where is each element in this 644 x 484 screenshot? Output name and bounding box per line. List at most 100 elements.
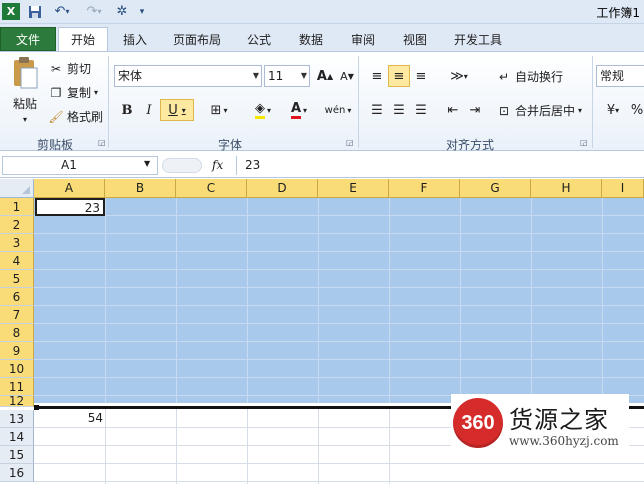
orientation-button[interactable]: ≫ ▾ — [444, 65, 474, 87]
row-header[interactable]: 3 — [0, 234, 34, 252]
font-launcher-icon[interactable]: ◲ — [346, 138, 354, 147]
align-left-button[interactable]: ☰ — [366, 99, 388, 121]
align-center-button[interactable]: ☰ — [388, 99, 410, 121]
column-header-i[interactable]: I — [602, 179, 644, 198]
formula-bar-resize-handle[interactable] — [162, 158, 202, 173]
shrink-font-icon: A — [340, 69, 348, 83]
wrap-text-icon: ↵ — [498, 69, 510, 84]
alignment-launcher-icon[interactable]: ◲ — [580, 138, 588, 147]
align-top-button[interactable]: ≡ — [366, 65, 388, 87]
column-header-c[interactable]: C — [176, 179, 247, 198]
tab-view[interactable]: 视图 — [394, 28, 436, 52]
tab-page-layout[interactable]: 页面布局 — [164, 28, 230, 52]
phonetic-button[interactable]: wén ▾ — [322, 99, 354, 121]
paste-button[interactable]: 粘贴 ▾ — [8, 56, 42, 124]
decrease-indent-button[interactable]: ⇤ — [442, 99, 464, 121]
insert-function-icon[interactable]: fx — [212, 158, 223, 172]
name-box-dropdown-icon[interactable]: ▼ — [144, 159, 150, 168]
formula-input[interactable]: 23 — [236, 156, 644, 175]
gridline — [34, 377, 644, 378]
shrink-font-button[interactable]: A ▼ — [336, 65, 358, 87]
bold-button[interactable]: B — [116, 99, 138, 121]
chevron-down-icon: ▾ — [578, 106, 583, 115]
row-header[interactable]: 13 — [0, 410, 34, 428]
name-box[interactable]: A1 — [2, 156, 158, 175]
tab-developer[interactable]: 开发工具 — [446, 28, 510, 52]
undo-icon[interactable]: ↶ ▾ — [48, 3, 76, 20]
column-header-b[interactable]: B — [105, 179, 176, 198]
tab-formulas[interactable]: 公式 — [238, 28, 280, 52]
percent-button[interactable]: % — [630, 99, 644, 121]
decrease-indent-icon: ⇤ — [447, 102, 459, 118]
gridline — [247, 198, 248, 403]
redo-icon[interactable]: ↷ ▾ — [80, 3, 108, 20]
gridline — [34, 233, 644, 234]
save-icon[interactable] — [26, 3, 44, 20]
excel-logo-icon: X — [2, 3, 20, 20]
increase-indent-icon: ⇥ — [469, 102, 481, 118]
merge-center-button[interactable]: ⊡ 合并后居中 ▾ — [496, 102, 582, 119]
row-header[interactable]: 6 — [0, 288, 34, 306]
row-header[interactable]: 14 — [0, 428, 34, 446]
row-header[interactable]: 7 — [0, 306, 34, 324]
borders-icon: ⊞ — [210, 102, 222, 118]
column-header-a[interactable]: A — [34, 179, 105, 198]
format-painter-button[interactable]: 🖌 格式刷 — [48, 108, 103, 125]
align-bottom-button[interactable]: ≡ — [410, 65, 432, 87]
customize-toolbar-icon[interactable]: ▾ — [136, 3, 148, 20]
row-header[interactable]: 12 — [0, 396, 34, 407]
tab-review[interactable]: 审阅 — [342, 28, 384, 52]
copy-button[interactable]: ❐ 复制 ▾ — [48, 84, 98, 101]
row-header[interactable]: 5 — [0, 270, 34, 288]
gridline — [34, 481, 644, 482]
magic-wand-icon[interactable]: ✲ — [112, 3, 132, 20]
row-header[interactable]: 8 — [0, 324, 34, 342]
column-header-d[interactable]: D — [247, 179, 318, 198]
grow-font-icon: A — [316, 68, 327, 84]
column-header-e[interactable]: E — [318, 179, 389, 198]
tab-insert[interactable]: 插入 — [114, 28, 156, 52]
row-header[interactable]: 16 — [0, 464, 34, 482]
copy-icon: ❐ — [50, 85, 62, 100]
fill-color-button[interactable]: ◈ ▾ — [246, 99, 280, 121]
clipboard-launcher-icon[interactable]: ◲ — [98, 138, 106, 147]
copy-dropdown-icon[interactable]: ▾ — [94, 88, 98, 97]
row-header[interactable]: 15 — [0, 446, 34, 464]
gridline — [460, 198, 461, 403]
accounting-format-button[interactable]: ¥ ▾ — [598, 99, 628, 121]
italic-button[interactable]: I — [138, 99, 160, 121]
cell-a13[interactable]: 54 — [35, 410, 103, 427]
paste-dropdown-icon[interactable]: ▾ — [23, 115, 27, 124]
number-format-combo[interactable]: 常规 — [596, 65, 644, 87]
column-header-g[interactable]: G — [460, 179, 531, 198]
row-header[interactable]: 9 — [0, 342, 34, 360]
wrap-text-button[interactable]: ↵ 自动换行 — [496, 68, 563, 85]
column-header-h[interactable]: H — [531, 179, 602, 198]
group-separator — [108, 56, 109, 148]
font-color-button[interactable]: A ▾ — [282, 99, 316, 121]
watermark: 360 货源之家 www.360hyzj.com — [451, 394, 629, 454]
cell-a1[interactable]: 23 — [35, 198, 105, 216]
row-header[interactable]: 11 — [0, 378, 34, 396]
cut-button[interactable]: ✂ 剪切 — [48, 60, 91, 77]
tab-file[interactable]: 文件 — [0, 27, 56, 51]
underline-button[interactable]: U ▾ — [160, 99, 194, 121]
row-header[interactable]: 1 — [0, 198, 34, 216]
align-middle-button[interactable]: ≡ — [388, 65, 410, 87]
cell-a1-value: 23 — [84, 201, 100, 215]
font-name-combo[interactable]: 宋体 ▼ — [114, 65, 262, 87]
grow-font-button[interactable]: A ▲ — [314, 65, 336, 87]
select-all-corner[interactable] — [0, 179, 34, 198]
phonetic-icon: wén — [324, 104, 346, 116]
borders-button[interactable]: ⊞ ▾ — [202, 99, 236, 121]
column-header-f[interactable]: F — [389, 179, 460, 198]
tab-home[interactable]: 开始 — [58, 27, 108, 53]
align-right-button[interactable]: ☰ — [410, 99, 432, 121]
row-header[interactable]: 4 — [0, 252, 34, 270]
font-size-combo[interactable]: 11 ▼ — [264, 65, 310, 87]
tab-data[interactable]: 数据 — [290, 28, 332, 52]
increase-indent-button[interactable]: ⇥ — [464, 99, 486, 121]
group-separator — [592, 56, 593, 148]
row-header[interactable]: 2 — [0, 216, 34, 234]
row-header[interactable]: 10 — [0, 360, 34, 378]
